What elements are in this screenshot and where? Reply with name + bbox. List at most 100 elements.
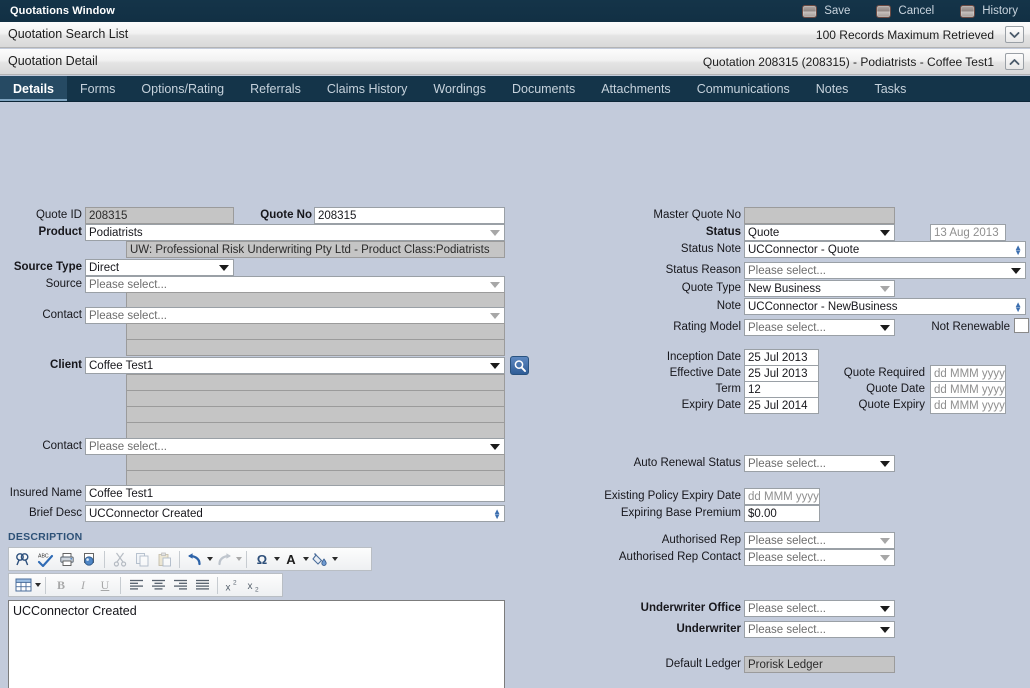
- term-field[interactable]: 12: [744, 381, 819, 398]
- quote-type-select[interactable]: New Business: [744, 280, 895, 297]
- undo-icon[interactable]: [184, 549, 206, 570]
- cut-icon[interactable]: [109, 549, 131, 570]
- status-reason-select[interactable]: Please select...: [744, 262, 1026, 279]
- spinner-down-icon: ▼: [493, 511, 501, 521]
- brief-desc-field[interactable]: UCConnector Created ▲ ▼: [85, 505, 505, 522]
- status-note-spinner[interactable]: ▲ ▼: [1014, 243, 1022, 256]
- tab-notes[interactable]: Notes: [803, 76, 862, 101]
- tab-tasks[interactable]: Tasks: [861, 76, 919, 101]
- product-select[interactable]: Podiatrists: [85, 224, 505, 241]
- not-renewable-checkbox[interactable]: [1014, 318, 1029, 333]
- quote-no-field[interactable]: 208315: [314, 207, 505, 224]
- spellcheck-icon[interactable]: ABC: [34, 549, 56, 570]
- italic-icon[interactable]: I: [72, 575, 94, 596]
- client-select[interactable]: Coffee Test1: [85, 357, 505, 374]
- inception-date-field[interactable]: 25 Jul 2013: [744, 349, 819, 366]
- status-select[interactable]: Quote: [744, 224, 895, 241]
- redo-dropdown-caret-icon[interactable]: [236, 557, 242, 561]
- source-contact-select[interactable]: Please select...: [85, 307, 505, 324]
- copy-icon[interactable]: [131, 549, 153, 570]
- quotation-search-list-bar[interactable]: Quotation Search List 100 Records Maximu…: [0, 22, 1030, 48]
- redo-icon[interactable]: [213, 549, 235, 570]
- paste-icon[interactable]: [153, 549, 175, 570]
- expand-search-list-button[interactable]: [1005, 26, 1024, 43]
- table-icon[interactable]: [12, 575, 34, 596]
- authorised-rep-contact-value: Please select...: [748, 551, 826, 564]
- note-spinner[interactable]: ▲ ▼: [1014, 300, 1022, 313]
- chevron-down-icon: [490, 281, 500, 288]
- find-icon[interactable]: [12, 549, 34, 570]
- rating-model-select[interactable]: Please select...: [744, 319, 895, 336]
- cancel-button[interactable]: Cancel: [876, 4, 934, 18]
- source-type-select[interactable]: Direct: [85, 259, 234, 276]
- tab-wordings[interactable]: Wordings: [420, 76, 499, 101]
- note-field[interactable]: UCConnector - NewBusiness ▲ ▼: [744, 298, 1026, 315]
- source-select[interactable]: Please select...: [85, 276, 505, 293]
- expiry-date-field[interactable]: 25 Jul 2014: [744, 397, 819, 414]
- print-preview-icon[interactable]: [78, 549, 100, 570]
- underline-icon[interactable]: U: [94, 575, 116, 596]
- details-panel: Quote ID 208315 Quote No 208315 Product …: [0, 102, 1030, 688]
- client-address-line-3: [126, 406, 505, 423]
- chevron-down-icon: [880, 626, 890, 633]
- client-value: Coffee Test1: [89, 359, 154, 372]
- align-center-icon[interactable]: [147, 575, 169, 596]
- existing-policy-expiry-field[interactable]: dd MMM yyyy: [744, 488, 820, 505]
- history-button[interactable]: History: [960, 4, 1018, 18]
- highlight-color-caret-icon[interactable]: [332, 557, 338, 561]
- client-contact-value: Please select...: [89, 440, 167, 453]
- status-date-field[interactable]: 13 Aug 2013: [930, 224, 1006, 241]
- insured-name-field[interactable]: Coffee Test1: [85, 485, 505, 502]
- status-note-field[interactable]: UCConnector - Quote ▲ ▼: [744, 241, 1026, 258]
- default-ledger-label: Default Ledger: [665, 658, 741, 670]
- authorised-rep-contact-select[interactable]: Please select...: [744, 549, 895, 566]
- chevron-down-icon: [219, 264, 229, 271]
- font-color-icon[interactable]: A: [280, 549, 302, 570]
- underwriter-office-select[interactable]: Please select...: [744, 600, 895, 617]
- product-label: Product: [38, 226, 82, 238]
- client-label: Client: [50, 359, 82, 371]
- underwriter-label: Underwriter: [676, 623, 741, 635]
- auto-renewal-status-select[interactable]: Please select...: [744, 455, 895, 472]
- quotation-detail-bar[interactable]: Quotation Detail Quotation 208315 (20831…: [0, 49, 1030, 75]
- print-icon[interactable]: [56, 549, 78, 570]
- tab-documents[interactable]: Documents: [499, 76, 588, 101]
- rating-model-label: Rating Model: [673, 321, 741, 333]
- description-editor[interactable]: UCConnector Created: [8, 600, 505, 688]
- client-contact-select[interactable]: Please select...: [85, 438, 505, 455]
- effective-date-field[interactable]: 25 Jul 2013: [744, 365, 819, 382]
- tab-referrals[interactable]: Referrals: [237, 76, 314, 101]
- highlight-color-icon[interactable]: [309, 549, 331, 570]
- authorised-rep-label: Authorised Rep: [661, 534, 741, 546]
- special-character-icon[interactable]: Ω: [251, 549, 273, 570]
- brief-desc-label: Brief Desc: [28, 507, 82, 519]
- status-label: Status: [705, 226, 741, 238]
- align-justify-icon[interactable]: [191, 575, 213, 596]
- save-button[interactable]: Save: [802, 4, 850, 18]
- align-left-icon[interactable]: [125, 575, 147, 596]
- tab-details[interactable]: Details: [0, 76, 67, 101]
- tab-communications[interactable]: Communications: [684, 76, 803, 101]
- tab-attachments[interactable]: Attachments: [588, 76, 683, 101]
- bold-icon[interactable]: B: [50, 575, 72, 596]
- quote-expiry-field[interactable]: dd MMM yyyy: [930, 397, 1006, 414]
- tab-options-rating[interactable]: Options/Rating: [128, 76, 237, 101]
- brief-desc-spinner[interactable]: ▲ ▼: [493, 507, 501, 521]
- expiring-base-premium-field[interactable]: $0.00: [744, 505, 820, 522]
- toolbar-separator: [120, 576, 121, 594]
- tab-claims-history[interactable]: Claims History: [314, 76, 421, 101]
- client-address-line-1: [126, 374, 505, 391]
- collapse-detail-button[interactable]: [1005, 53, 1024, 70]
- table-caret-icon[interactable]: [35, 583, 41, 587]
- quotation-detail-title: Quotation 208315 (208315) - Podiatrists …: [702, 55, 994, 69]
- tab-forms[interactable]: Forms: [67, 76, 128, 101]
- align-right-icon[interactable]: [169, 575, 191, 596]
- subscript-icon[interactable]: x2: [244, 575, 266, 596]
- authorised-rep-select[interactable]: Please select...: [744, 532, 895, 549]
- quote-date-field[interactable]: dd MMM yyyy: [930, 381, 1006, 398]
- underwriter-select[interactable]: Please select...: [744, 621, 895, 638]
- quote-required-field[interactable]: dd MMM yyyy: [930, 365, 1006, 382]
- superscript-icon[interactable]: x2: [222, 575, 244, 596]
- description-editor-text: UCConnector Created: [13, 604, 137, 618]
- quote-date-label: Quote Date: [866, 383, 925, 395]
